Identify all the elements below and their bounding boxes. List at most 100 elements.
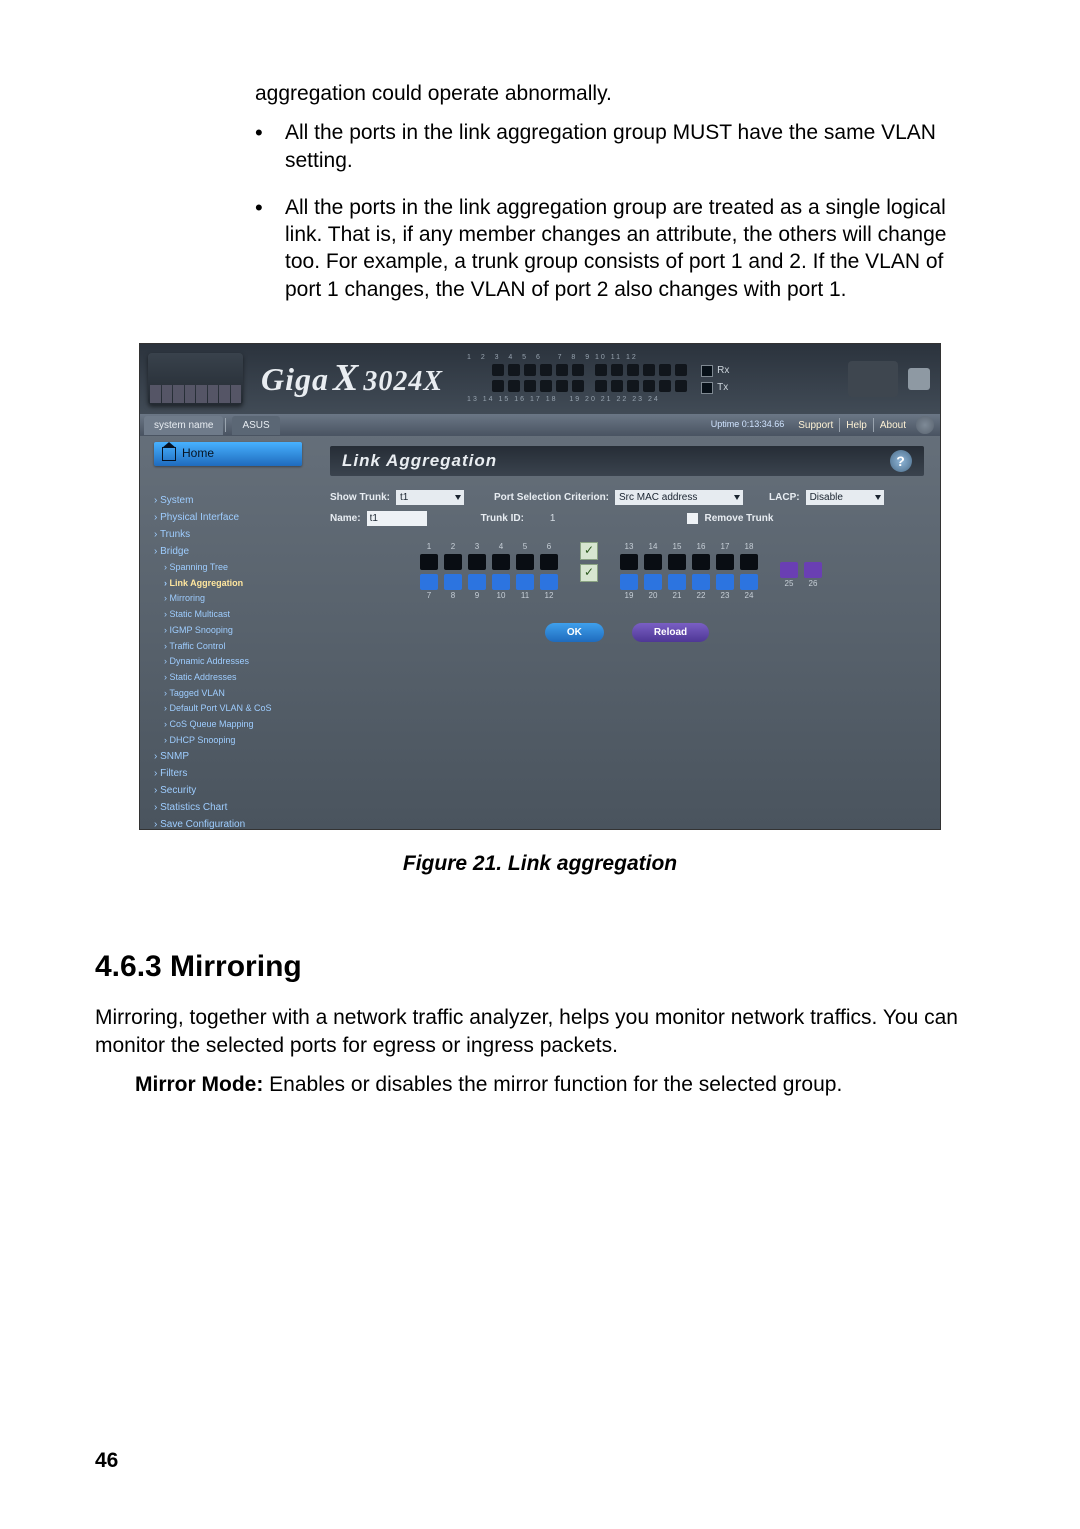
bullet-item: All the ports in the link aggregation gr… — [255, 119, 975, 174]
home-button[interactable]: Home — [154, 442, 302, 466]
rx-checkbox[interactable] — [701, 365, 713, 377]
nav-statistics-chart[interactable]: Statistics Chart — [148, 799, 318, 816]
home-icon — [162, 447, 176, 461]
button-row: OK Reload — [330, 623, 924, 642]
bullet-item: All the ports in the link aggregation gr… — [255, 194, 975, 303]
uptime-text: Uptime 0:13:34.66 — [711, 419, 785, 431]
nav-default-port-vlan-cos[interactable]: Default Port VLAN & CoS — [148, 701, 318, 717]
mirror-mode-label: Mirror Mode: — [135, 1073, 263, 1096]
nav-traffic-control[interactable]: Traffic Control — [148, 639, 318, 655]
nav-save-configuration[interactable]: Save Configuration — [148, 816, 318, 829]
top-banner: GigaX3024X 1 2 3 4 5 6 7 8 9 10 11 12 13… — [140, 344, 940, 414]
group-a-select-column — [580, 542, 598, 582]
lacp-select[interactable]: Disable — [806, 490, 884, 505]
nav-system[interactable]: System — [148, 492, 318, 509]
port-15[interactable] — [668, 554, 686, 570]
reload-button[interactable]: Reload — [632, 623, 709, 642]
port-14[interactable] — [644, 554, 662, 570]
system-name-tab[interactable]: system name — [144, 416, 223, 435]
port-label-row: 1 2 3 4 5 6 7 8 9 10 11 12 — [467, 353, 687, 362]
nav-tagged-vlan[interactable]: Tagged VLAN — [148, 686, 318, 702]
tx-checkbox[interactable] — [701, 382, 713, 394]
port-20[interactable] — [644, 574, 662, 590]
printer-icon[interactable] — [908, 368, 930, 390]
port-8[interactable] — [444, 574, 462, 590]
nav-physical-interface[interactable]: Physical Interface — [148, 509, 318, 526]
router-admin-screenshot: GigaX3024X 1 2 3 4 5 6 7 8 9 10 11 12 13… — [139, 343, 941, 830]
port-6[interactable] — [540, 554, 558, 570]
port-group-a: 1 2 3 4 5 6 7 8 9 — [420, 542, 558, 601]
show-trunk-label: Show Trunk: — [330, 491, 390, 504]
port-5[interactable] — [516, 554, 534, 570]
port-group-b: 13 14 15 16 17 18 19 20 21 — [620, 542, 758, 601]
port-1[interactable] — [420, 554, 438, 570]
port-3[interactable] — [468, 554, 486, 570]
port-selection-label: Port Selection Criterion: — [494, 491, 609, 504]
port-9[interactable] — [468, 574, 486, 590]
product-logo: GigaX3024X — [261, 354, 443, 403]
nav-dhcp-snooping[interactable]: DHCP Snooping — [148, 733, 318, 749]
help-link[interactable]: Help — [846, 419, 867, 432]
nav-spanning-tree[interactable]: Spanning Tree — [148, 560, 318, 576]
group-a-top-check[interactable] — [580, 542, 598, 560]
trunk-id-value: 1 — [550, 512, 556, 525]
nav-static-addresses[interactable]: Static Addresses — [148, 670, 318, 686]
panel-heading: Link Aggregation ? — [330, 446, 924, 476]
refresh-icon[interactable] — [916, 416, 934, 434]
main-panel: Link Aggregation ? Show Trunk: t1 Port S… — [324, 436, 940, 829]
ok-button[interactable]: OK — [545, 623, 604, 642]
port-4[interactable] — [492, 554, 510, 570]
device-thumbnail — [148, 353, 243, 405]
help-icon[interactable]: ? — [890, 450, 912, 472]
nav-bridge[interactable]: Bridge — [148, 543, 318, 560]
show-trunk-select[interactable]: t1 — [396, 490, 464, 505]
port-24[interactable] — [740, 574, 758, 590]
banner-port-cluster-a — [492, 364, 687, 394]
port-7[interactable] — [420, 574, 438, 590]
remove-trunk-checkbox[interactable] — [687, 513, 698, 524]
figure: GigaX3024X 1 2 3 4 5 6 7 8 9 10 11 12 13… — [95, 343, 985, 877]
support-link[interactable]: Support — [798, 419, 833, 432]
port-23[interactable] — [716, 574, 734, 590]
port-12[interactable] — [540, 574, 558, 590]
port-17[interactable] — [716, 554, 734, 570]
port-selection-select[interactable]: Src MAC address — [615, 490, 743, 505]
nav-filters[interactable]: Filters — [148, 765, 318, 782]
nav-trunks[interactable]: Trunks — [148, 526, 318, 543]
lacp-label: LACP: — [769, 491, 800, 504]
port-18[interactable] — [740, 554, 758, 570]
nav-igmp-snooping[interactable]: IGMP Snooping — [148, 623, 318, 639]
remove-trunk-label: Remove Trunk — [704, 512, 773, 525]
port-19[interactable] — [620, 574, 638, 590]
nav-dynamic-addresses[interactable]: Dynamic Addresses — [148, 654, 318, 670]
nav-security[interactable]: Security — [148, 782, 318, 799]
figure-caption: Figure 21. Link aggregation — [95, 850, 985, 877]
brand-badge — [848, 361, 898, 397]
page-number: 46 — [95, 1447, 118, 1474]
port-10[interactable] — [492, 574, 510, 590]
nav-link-aggregation[interactable]: Link Aggregation — [148, 576, 318, 592]
port-label-row: 13 14 15 16 17 18 19 20 21 22 23 24 — [467, 395, 687, 404]
port-22[interactable] — [692, 574, 710, 590]
port-13[interactable] — [620, 554, 638, 570]
name-input[interactable] — [367, 511, 427, 526]
nav-cos-queue-mapping[interactable]: CoS Queue Mapping — [148, 717, 318, 733]
port-25[interactable] — [780, 562, 798, 578]
port-grid: 1 2 3 4 5 6 7 8 9 — [420, 542, 924, 601]
group-a-bot-check[interactable] — [580, 564, 598, 582]
port-26[interactable] — [804, 562, 822, 578]
port-11[interactable] — [516, 574, 534, 590]
section-heading: 4.6.3 Mirroring — [95, 947, 985, 986]
port-16[interactable] — [692, 554, 710, 570]
intro-fragment: aggregation could operate abnormally. — [255, 80, 975, 107]
fiber-port-group: 25 26 — [780, 542, 822, 589]
nav-static-multicast[interactable]: Static Multicast — [148, 607, 318, 623]
port-21[interactable] — [668, 574, 686, 590]
nav-snmp[interactable]: SNMP — [148, 748, 318, 765]
port-2[interactable] — [444, 554, 462, 570]
trunk-id-label: Trunk ID: — [481, 512, 524, 525]
bullet-list: All the ports in the link aggregation gr… — [255, 119, 975, 303]
asus-tab[interactable]: ASUS — [232, 416, 279, 435]
nav-mirroring[interactable]: Mirroring — [148, 591, 318, 607]
about-link[interactable]: About — [880, 419, 906, 432]
